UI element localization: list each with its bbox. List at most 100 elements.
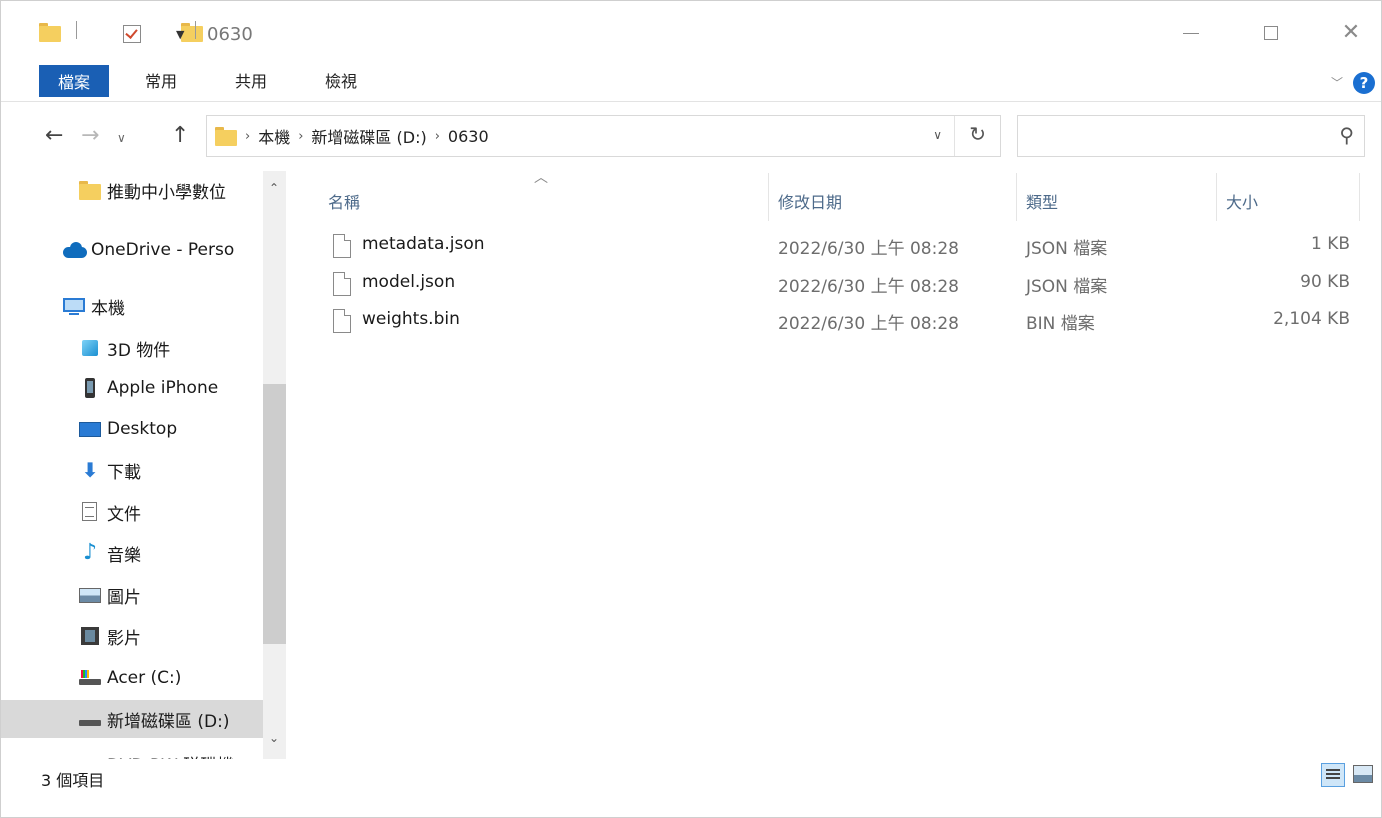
column-header-name[interactable]: 名稱 <box>328 189 360 213</box>
file-name: model.json <box>362 272 456 292</box>
column-divider[interactable] <box>1016 173 1017 221</box>
address-history-chevron-icon[interactable]: ∨ <box>933 128 942 142</box>
tab-view[interactable]: 檢視 <box>311 65 371 95</box>
navigation-bar: ← → ∨ ↑ › 本機 › 新增磁碟區 (D:) › 0630 ∨ ↻ ⚲ <box>1 101 1381 171</box>
toolbar-separator <box>195 21 196 39</box>
customize-toolbar-chevron-icon[interactable]: ▼ <box>176 21 184 47</box>
sidebar-item-label: 下載 <box>107 462 141 483</box>
sidebar-item-pictures[interactable]: 圖片 <box>1 576 263 614</box>
breadcrumb-chevron-icon[interactable]: › <box>298 129 303 144</box>
sidebar-item-videos[interactable]: 影片 <box>1 617 263 655</box>
breadcrumb-chevron-icon[interactable]: › <box>245 129 250 144</box>
breadcrumb-this-pc[interactable]: 本機 <box>258 124 290 148</box>
refresh-icon[interactable]: ↻ <box>969 122 986 146</box>
sidebar-item-pinned-folder[interactable]: 推動中小學數位 <box>1 171 263 209</box>
forward-arrow-icon[interactable]: → <box>81 123 99 148</box>
up-arrow-icon[interactable]: ↑ <box>171 123 189 148</box>
file-date-modified: 2022/6/30 上午 08:28 <box>778 314 959 334</box>
sidebar-item-label: 影片 <box>107 628 141 649</box>
navigation-pane: 推動中小學數位 OneDrive - Perso 本機 3D 物件 Apple … <box>1 171 286 759</box>
file-name: metadata.json <box>362 234 485 254</box>
column-header-date-modified[interactable]: 修改日期 <box>778 189 842 213</box>
help-icon[interactable]: ? <box>1353 72 1375 94</box>
sidebar-item-drive-c[interactable]: Acer (C:) <box>1 659 263 697</box>
sidebar-item-label: Desktop <box>107 419 178 439</box>
properties-check-icon[interactable] <box>123 25 142 43</box>
dvd-drive-icon <box>79 752 101 759</box>
file-type: BIN 檔案 <box>1026 314 1095 334</box>
file-icon <box>333 234 351 258</box>
expand-ribbon-chevron-icon[interactable]: ﹀ <box>1331 74 1343 91</box>
recent-locations-chevron-icon[interactable]: ∨ <box>117 131 126 145</box>
sidebar-item-documents[interactable]: 文件 <box>1 493 263 531</box>
title-bar: ▼ 0630 ✕ <box>1 1 1381 59</box>
breadcrumb-chevron-icon[interactable]: › <box>435 129 440 144</box>
file-row[interactable]: model.json 2022/6/30 上午 08:28 JSON 檔案 90… <box>306 266 1366 302</box>
file-icon <box>333 272 351 296</box>
breadcrumb-current-folder[interactable]: 0630 <box>448 127 489 146</box>
large-icons-view-icon[interactable] <box>1353 765 1373 783</box>
folder-icon[interactable] <box>39 21 61 43</box>
file-date-modified: 2022/6/30 上午 08:28 <box>778 239 959 259</box>
sidebar-item-label: 音樂 <box>107 545 141 566</box>
item-count: 3 個項目 <box>41 771 105 790</box>
desktop-icon <box>79 418 101 440</box>
search-box[interactable]: ⚲ <box>1017 115 1365 157</box>
tab-home[interactable]: 常用 <box>131 65 191 95</box>
address-bar[interactable]: › 本機 › 新增磁碟區 (D:) › 0630 ∨ ↻ <box>206 115 1001 157</box>
maximize-icon <box>1264 26 1278 40</box>
sidebar-item-label: 圖片 <box>107 587 141 608</box>
column-divider[interactable] <box>1216 173 1217 221</box>
3d-objects-icon <box>79 337 101 359</box>
scroll-down-chevron-icon[interactable]: ⌄ <box>269 731 279 745</box>
file-icon <box>333 309 351 333</box>
sidebar-item-3d-objects[interactable]: 3D 物件 <box>1 329 263 367</box>
minimize-icon <box>1183 32 1199 34</box>
column-divider[interactable] <box>1359 173 1360 221</box>
ribbon-tabs: 檔案 常用 共用 檢視 ﹀ ? <box>1 59 1381 102</box>
folder-icon <box>215 125 237 147</box>
file-name: weights.bin <box>362 309 460 329</box>
column-header-type[interactable]: 類型 <box>1026 189 1058 213</box>
file-row[interactable]: metadata.json 2022/6/30 上午 08:28 JSON 檔案… <box>306 228 1366 264</box>
sort-ascending-chevron-icon: ︿ <box>534 170 548 186</box>
iphone-icon <box>79 377 101 399</box>
drive-d-icon <box>79 708 101 730</box>
sidebar-item-downloads[interactable]: ⬇ 下載 <box>1 451 263 489</box>
minimize-button[interactable] <box>1171 19 1211 47</box>
sidebar-item-label: DVD RW 磁碟機 <box>107 751 234 760</box>
breadcrumb-drive-d[interactable]: 新增磁碟區 (D:) <box>311 124 426 148</box>
maximize-button[interactable] <box>1251 19 1291 47</box>
sidebar-item-drive-d[interactable]: 新增磁碟區 (D:) <box>1 700 263 738</box>
search-icon[interactable]: ⚲ <box>1339 123 1354 147</box>
file-row[interactable]: weights.bin 2022/6/30 上午 08:28 BIN 檔案 2,… <box>306 303 1366 339</box>
sidebar-scrollbar-thumb[interactable] <box>263 384 286 644</box>
column-divider[interactable] <box>768 173 769 221</box>
new-folder-icon[interactable] <box>181 21 204 43</box>
file-size: 2,104 KB <box>1273 309 1350 329</box>
sidebar-item-dvd-drive[interactable]: DVD RW 磁碟機 <box>1 744 263 760</box>
sidebar-item-apple-iphone[interactable]: Apple iPhone <box>1 369 263 407</box>
sidebar-item-music[interactable]: ♪ 音樂 <box>1 534 263 572</box>
sidebar-item-label: 新增磁碟區 (D:) <box>107 711 230 732</box>
tab-share[interactable]: 共用 <box>221 65 281 95</box>
back-arrow-icon[interactable]: ← <box>45 123 63 148</box>
file-date-modified: 2022/6/30 上午 08:28 <box>778 277 959 297</box>
details-view-icon[interactable] <box>1321 763 1345 787</box>
toolbar-separator <box>76 21 77 39</box>
close-button[interactable]: ✕ <box>1331 19 1371 47</box>
status-bar: 3 個項目 <box>1 759 1381 795</box>
scroll-up-chevron-icon[interactable]: ⌃ <box>269 181 279 195</box>
this-pc-icon <box>63 295 85 317</box>
tab-file[interactable]: 檔案 <box>39 65 109 97</box>
sidebar-item-onedrive[interactable]: OneDrive - Perso <box>1 231 263 269</box>
sidebar-item-label: 文件 <box>107 504 141 525</box>
address-divider <box>954 116 955 156</box>
sidebar-item-desktop[interactable]: Desktop <box>1 410 263 448</box>
sidebar-item-label: 3D 物件 <box>107 340 171 361</box>
column-header-size[interactable]: 大小 <box>1226 189 1258 213</box>
sidebar-item-label: OneDrive - Perso <box>91 240 235 260</box>
file-list-header: ︿ 名稱 修改日期 類型 大小 <box>306 170 1366 227</box>
sidebar-item-this-pc[interactable]: 本機 <box>1 287 263 325</box>
window-title: 0630 <box>207 23 253 45</box>
